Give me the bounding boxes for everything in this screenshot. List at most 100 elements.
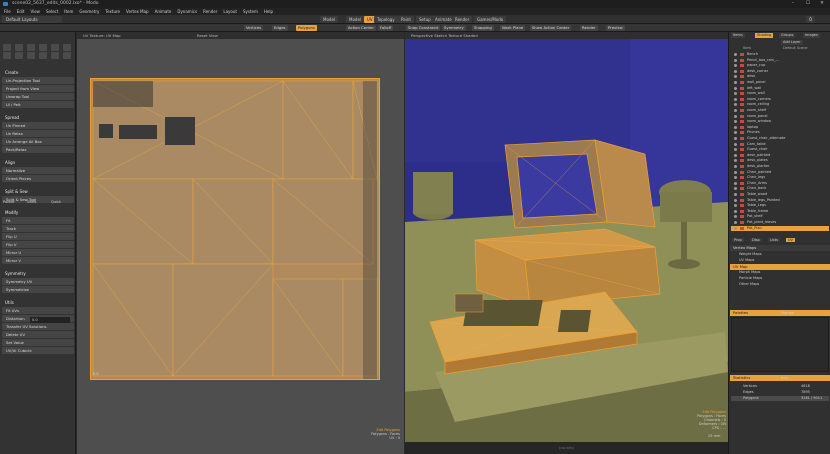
menu-item-animate[interactable]: Animate: [155, 8, 172, 15]
toolbar-symmetry-button[interactable]: Symmetry: [442, 25, 466, 31]
tool-button-unwrap-tool[interactable]: Unwrap Tool: [2, 93, 74, 100]
item-list-row[interactable]: paper_cup: [731, 63, 829, 68]
properties-tab-lists[interactable]: Lists: [768, 238, 780, 242]
tool-button-set-value[interactable]: Set Value: [2, 339, 74, 346]
item-list-row[interactable]: Bench: [731, 52, 829, 57]
close-icon[interactable]: ✕: [815, 0, 829, 8]
item-list-row[interactable]: Pot_Plan: [731, 225, 829, 231]
toolbar-edges-button[interactable]: Edges: [272, 25, 288, 31]
uv-tool-icon[interactable]: [15, 52, 23, 59]
maximize-icon[interactable]: ☐: [801, 0, 815, 8]
menu-item-item[interactable]: Item: [64, 8, 73, 15]
item-list-row[interactable]: Guest_chair: [731, 147, 829, 152]
visibility-eye-icon[interactable]: [734, 58, 737, 62]
item-list-row[interactable]: room_panel: [731, 114, 829, 119]
toolbar-action-center-button[interactable]: Action Center: [346, 25, 376, 31]
item-list-row[interactable]: Pot_plant_leaves: [731, 220, 829, 225]
uv-tool-icon[interactable]: [39, 52, 47, 59]
visibility-eye-icon[interactable]: [734, 170, 737, 174]
toolbar-falloff-button[interactable]: Falloff: [378, 25, 394, 31]
toolbar-polygons-button[interactable]: Polygons: [296, 25, 317, 31]
layout-dropdown[interactable]: Default Layouts: [2, 16, 62, 23]
tool-button-track[interactable]: Track: [2, 225, 74, 232]
statistics-row[interactable]: Vertices 4618: [731, 384, 829, 389]
item-list-row[interactable]: desk: [731, 74, 829, 79]
right-tab-items[interactable]: Items: [731, 33, 745, 38]
item-list-row[interactable]: laptop: [731, 125, 829, 130]
visibility-eye-icon[interactable]: [734, 97, 737, 101]
statistics-row[interactable]: Edges 7895: [731, 390, 829, 395]
tool-button-symmetrize[interactable]: Symmetrize: [2, 286, 74, 293]
section-header-align[interactable]: Align: [1, 160, 75, 166]
item-list-row[interactable]: Cam_table: [731, 142, 829, 147]
tool-button-un-arrange-all-box[interactable]: Un Arrange All Box: [2, 138, 74, 145]
visibility-eye-icon[interactable]: [734, 69, 737, 73]
visibility-eye-icon[interactable]: [734, 148, 737, 152]
visibility-eye-icon[interactable]: [734, 215, 737, 219]
tool-button-transfer-uv-solutions[interactable]: Transfer UV Solutions: [2, 323, 74, 330]
vertex-maps-header[interactable]: Vertex Maps: [730, 245, 830, 251]
item-list-row[interactable]: room_ceiling: [731, 102, 829, 107]
right-tab-groups[interactable]: Groups: [779, 33, 796, 38]
menu-item-system[interactable]: System: [243, 8, 258, 15]
reset-view-button[interactable]: Reset View: [197, 32, 218, 39]
vertex-map-row[interactable]: Other Maps: [731, 282, 829, 287]
tool-button-ui-pelt[interactable]: Ui / Pelt: [2, 101, 74, 108]
visibility-eye-icon[interactable]: [734, 176, 737, 180]
item-list-row[interactable]: Pot_shelf: [731, 214, 829, 219]
login-button[interactable]: Ô: [806, 16, 816, 23]
tool-button-pack-relax[interactable]: Pack/Relax: [2, 146, 74, 153]
visibility-eye-icon[interactable]: [734, 181, 737, 185]
tool-button-mirror-v[interactable]: Mirror V: [2, 257, 74, 264]
item-list-row[interactable]: room_shelf: [731, 108, 829, 113]
menu-item-file[interactable]: File: [4, 8, 11, 15]
tool-button-un-projection-tool[interactable]: Un-Projection Tool: [2, 77, 74, 84]
item-list-row[interactable]: Table_Legs: [731, 203, 829, 208]
tool-button-uv-ui-cubicle[interactable]: UV/Ui Cubicle: [2, 347, 74, 354]
toolbar-render-button[interactable]: Render: [580, 25, 598, 31]
menu-item-help[interactable]: Help: [264, 8, 273, 15]
uv-tool-icon[interactable]: [63, 44, 71, 51]
menu-item-select[interactable]: Select: [46, 8, 58, 15]
tool-button-fit-uvs[interactable]: Fit UVs: [2, 307, 74, 314]
uv-tool-icon[interactable]: [3, 52, 11, 59]
minimize-icon[interactable]: –: [786, 0, 800, 8]
item-list-row[interactable]: Guest_chair_alternate: [731, 136, 829, 141]
section-header-create[interactable]: Create: [1, 70, 75, 76]
section-header-spread[interactable]: Spread: [1, 115, 75, 121]
item-list-row[interactable]: room_wall: [731, 91, 829, 96]
checkbox-seals[interactable]: Seals: [27, 200, 36, 204]
tool-button-un-relax[interactable]: Un Relax: [2, 130, 74, 137]
item-list-row[interactable]: desk_plates: [731, 158, 829, 163]
menu-item-vertex-map[interactable]: Vertex Map: [126, 8, 149, 15]
uv-tool-icon[interactable]: [15, 44, 23, 51]
tool-button-fit[interactable]: Fit: [2, 217, 74, 224]
column-header[interactable]: Default Scene: [783, 46, 808, 50]
transfer-value-field[interactable]: 0.0: [30, 317, 70, 323]
tool-button-flip-u[interactable]: Flip U: [2, 233, 74, 240]
visibility-eye-icon[interactable]: [734, 193, 737, 196]
visibility-eye-icon[interactable]: [734, 142, 737, 146]
toolbar-preview-button[interactable]: Preview: [606, 25, 625, 31]
add-layer-button[interactable]: Add Layer: [781, 40, 803, 45]
tab-model[interactable]: Model: [346, 16, 365, 23]
properties-tab-prop[interactable]: Prop: [732, 238, 744, 242]
tool-button-mirror-u[interactable]: Mirror U: [2, 249, 74, 256]
visibility-eye-icon[interactable]: [734, 187, 737, 191]
item-list-row[interactable]: wall_panel: [731, 80, 829, 85]
item-list-row[interactable]: desk_painted: [731, 153, 829, 158]
tab-topology[interactable]: Topology: [374, 16, 398, 23]
toolbar-work-plane-button[interactable]: Work Plane: [500, 25, 526, 31]
menu-item-edit[interactable]: Edit: [17, 8, 25, 15]
visibility-eye-icon[interactable]: [734, 120, 737, 124]
vertex-map-row[interactable]: Weight Maps: [731, 252, 829, 257]
statistics-row[interactable]: Polygons 3281 / 9011: [731, 396, 829, 401]
visibility-eye-icon[interactable]: [734, 81, 737, 84]
tab-games-modo[interactable]: Games/Modo: [474, 16, 507, 23]
section-header-modify[interactable]: Modify: [1, 210, 75, 216]
item-list-row[interactable]: Chair_Arms: [731, 181, 829, 186]
uv-tool-icon[interactable]: [51, 52, 59, 59]
perspective-viewport[interactable]: [405, 32, 728, 442]
visibility-eye-icon[interactable]: [734, 103, 737, 107]
toolbar-snapping-button[interactable]: Snapping: [472, 25, 494, 31]
